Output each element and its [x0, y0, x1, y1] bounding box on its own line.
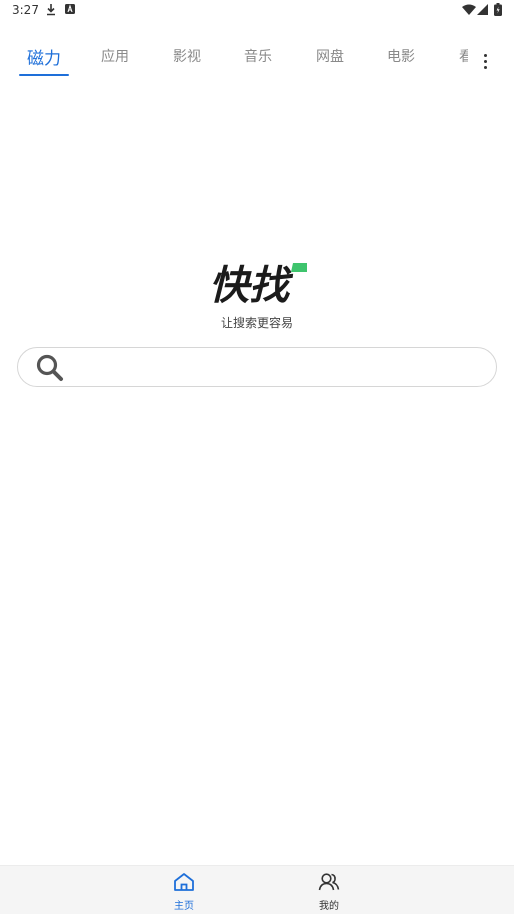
- tab-video[interactable]: 影视: [157, 46, 217, 66]
- slogan: 让搜索更容易: [220, 316, 293, 330]
- app-notification-icon: [65, 4, 75, 14]
- tab-music[interactable]: 音乐: [228, 46, 288, 66]
- nav-home[interactable]: 主页: [154, 872, 214, 912]
- app-logo: 快找: [209, 263, 307, 305]
- search-icon[interactable]: [36, 354, 64, 382]
- signal-icon: [477, 4, 488, 15]
- battery-icon: [494, 3, 502, 16]
- more-options-button[interactable]: [476, 50, 496, 74]
- category-tabs: 磁力 应用 影视 音乐 网盘 电影 看: [0, 36, 514, 80]
- tab-apps[interactable]: 应用: [85, 46, 145, 66]
- wifi-icon: [462, 4, 476, 15]
- search-box[interactable]: [17, 347, 497, 387]
- tab-partial[interactable]: 看: [459, 46, 468, 66]
- status-bar: 3:27: [0, 0, 514, 22]
- active-tab-indicator: [19, 74, 69, 76]
- user-group-icon: [318, 873, 340, 891]
- nav-mine-label: 我的: [319, 901, 339, 912]
- tab-cloud-drive[interactable]: 网盘: [300, 46, 360, 66]
- nav-home-label: 主页: [174, 901, 194, 912]
- search-input[interactable]: [76, 354, 480, 382]
- download-icon: [47, 4, 55, 16]
- logo-accent: [291, 263, 307, 272]
- tab-magnet[interactable]: 磁力: [14, 44, 74, 69]
- more-vert-icon: [484, 54, 487, 57]
- nav-mine[interactable]: 我的: [299, 872, 359, 912]
- logo-text: 快找: [209, 263, 294, 305]
- home-icon: [174, 873, 194, 891]
- status-time: 3:27: [12, 3, 39, 17]
- bottom-nav: 主页 我的: [0, 865, 514, 914]
- tab-movies[interactable]: 电影: [371, 46, 431, 66]
